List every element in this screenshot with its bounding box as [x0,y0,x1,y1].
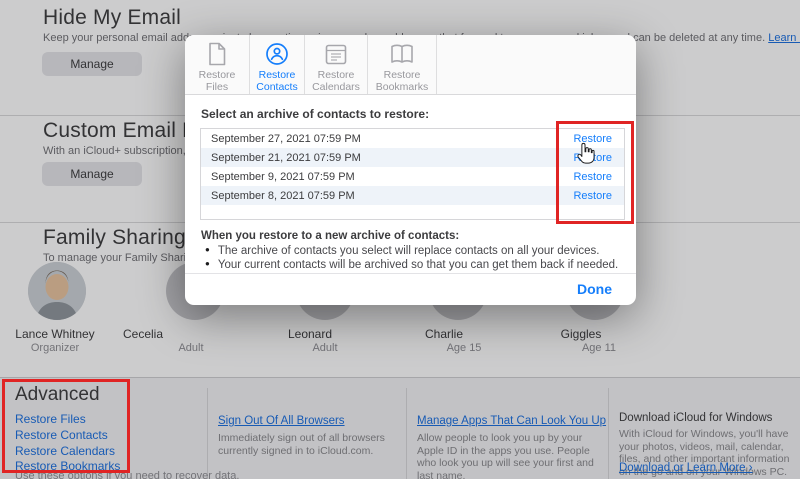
tab-label: Restore Files [189,69,245,93]
restore-archive-link[interactable]: Restore [573,133,612,145]
tab-label: Restore Bookmarks [374,69,430,93]
archive-date: September 8, 2021 07:59 PM [211,190,355,202]
contacts-icon [265,42,289,66]
bullet-dot: ● [205,245,210,254]
restore-archive-link[interactable]: Restore [573,171,612,183]
tab-restore-calendars[interactable]: Restore Calendars [305,35,368,94]
calendar-icon [324,42,348,66]
restore-note: ●Your current contacts will be archived … [205,259,618,271]
restore-contacts-dialog: Restore Files Restore Contacts Restore C… [185,35,636,305]
bullet-dot: ● [205,259,210,268]
done-button[interactable]: Done [571,280,618,298]
restore-archive-link[interactable]: Restore [573,190,612,202]
tab-label: Restore Calendars [308,69,364,93]
archive-date: September 9, 2021 07:59 PM [211,171,355,183]
tab-restore-bookmarks[interactable]: Restore Bookmarks [368,35,437,94]
restore-archive-link[interactable]: Restore [573,152,612,164]
modal-footer-divider [185,273,636,274]
archive-row: September 21, 2021 07:59 PM Restore [201,148,624,167]
tab-restore-contacts[interactable]: Restore Contacts [250,35,305,94]
tab-label: Restore Contacts [249,69,305,93]
archive-date: September 21, 2021 07:59 PM [211,152,361,164]
archive-row: September 8, 2021 07:59 PM Restore [201,186,624,205]
tab-restore-files[interactable]: Restore Files [185,35,250,94]
archive-row: September 9, 2021 07:59 PM Restore [201,167,624,186]
book-icon [389,42,415,66]
restore-notes-title: When you restore to a new archive of con… [201,230,459,242]
document-icon [207,42,228,66]
archive-prompt: Select an archive of contacts to restore… [201,107,429,121]
restore-tab-bar: Restore Files Restore Contacts Restore C… [185,35,636,95]
restore-note: ●The archive of contacts you select will… [205,245,599,257]
archive-row: September 27, 2021 07:59 PM Restore [201,129,624,148]
archive-table: September 27, 2021 07:59 PM Restore Sept… [200,128,625,220]
archive-date: September 27, 2021 07:59 PM [211,133,361,145]
